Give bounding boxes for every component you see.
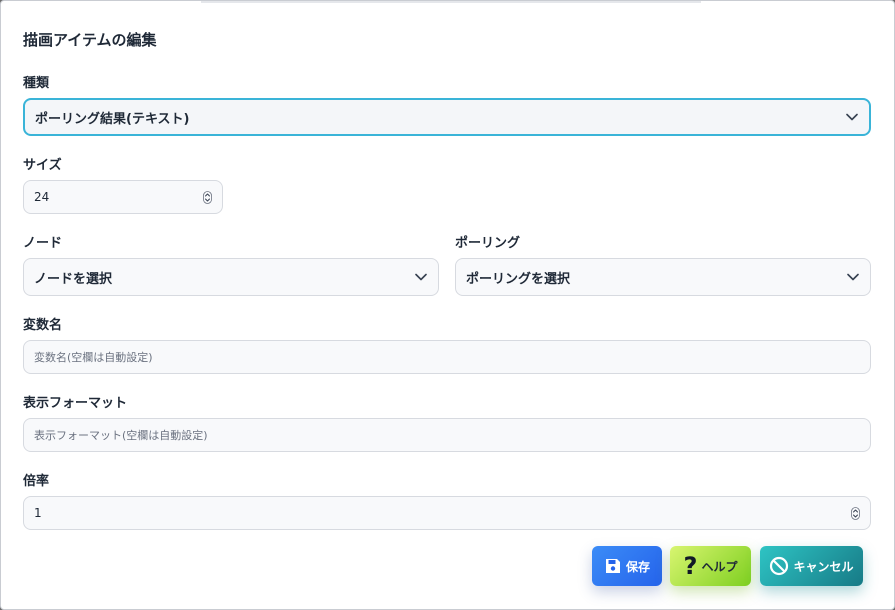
save-button-label: 保存 <box>625 559 650 574</box>
variable-input-placeholder: 変数名(空欄は自動設定) <box>34 351 153 364</box>
scale-label: 倍率 <box>23 474 50 489</box>
type-label: 種類 <box>23 76 50 91</box>
node-select-value: ノードを選択 <box>34 271 113 287</box>
chevron-down-icon <box>414 270 428 284</box>
edit-draw-item-dialog: 描画アイテムの編集 種類 ポーリング結果(テキスト) サイズ 24 ノード ノー… <box>0 0 895 610</box>
format-input[interactable]: 表示フォーマット(空欄は自動設定) <box>23 418 871 452</box>
help-button[interactable]: ? ヘルプ <box>670 546 751 586</box>
floppy-disk-icon <box>604 557 622 575</box>
format-label: 表示フォーマット <box>23 396 128 411</box>
spinner-icon[interactable] <box>850 506 860 520</box>
cancel-button-label: キャンセル <box>793 559 854 574</box>
question-mark-icon: ? <box>683 552 698 580</box>
help-button-label: ヘルプ <box>701 559 738 574</box>
cancel-button[interactable]: キャンセル <box>760 546 863 586</box>
spinner-icon[interactable] <box>202 190 212 204</box>
chevron-down-icon <box>845 110 859 124</box>
ban-icon <box>769 556 789 576</box>
polling-label: ポーリング <box>455 236 521 251</box>
scale-input-value: 1 <box>34 506 42 520</box>
top-edge <box>201 1 701 3</box>
size-input[interactable]: 24 <box>23 180 223 214</box>
polling-select[interactable]: ポーリングを選択 <box>455 258 871 296</box>
dialog-title: 描画アイテムの編集 <box>23 31 157 49</box>
chevron-down-icon <box>846 270 860 284</box>
save-button[interactable]: 保存 <box>592 546 662 586</box>
polling-select-value: ポーリングを選択 <box>466 271 571 287</box>
scale-input[interactable]: 1 <box>23 496 871 530</box>
type-select-value: ポーリング結果(テキスト) <box>35 111 190 127</box>
node-label: ノード <box>23 236 63 251</box>
variable-label: 変数名 <box>23 318 63 333</box>
type-select[interactable]: ポーリング結果(テキスト) <box>23 98 871 136</box>
node-select[interactable]: ノードを選択 <box>23 258 439 296</box>
size-label: サイズ <box>23 158 62 173</box>
format-input-placeholder: 表示フォーマット(空欄は自動設定) <box>34 429 208 442</box>
size-input-value: 24 <box>34 190 50 204</box>
variable-input[interactable]: 変数名(空欄は自動設定) <box>23 340 871 374</box>
